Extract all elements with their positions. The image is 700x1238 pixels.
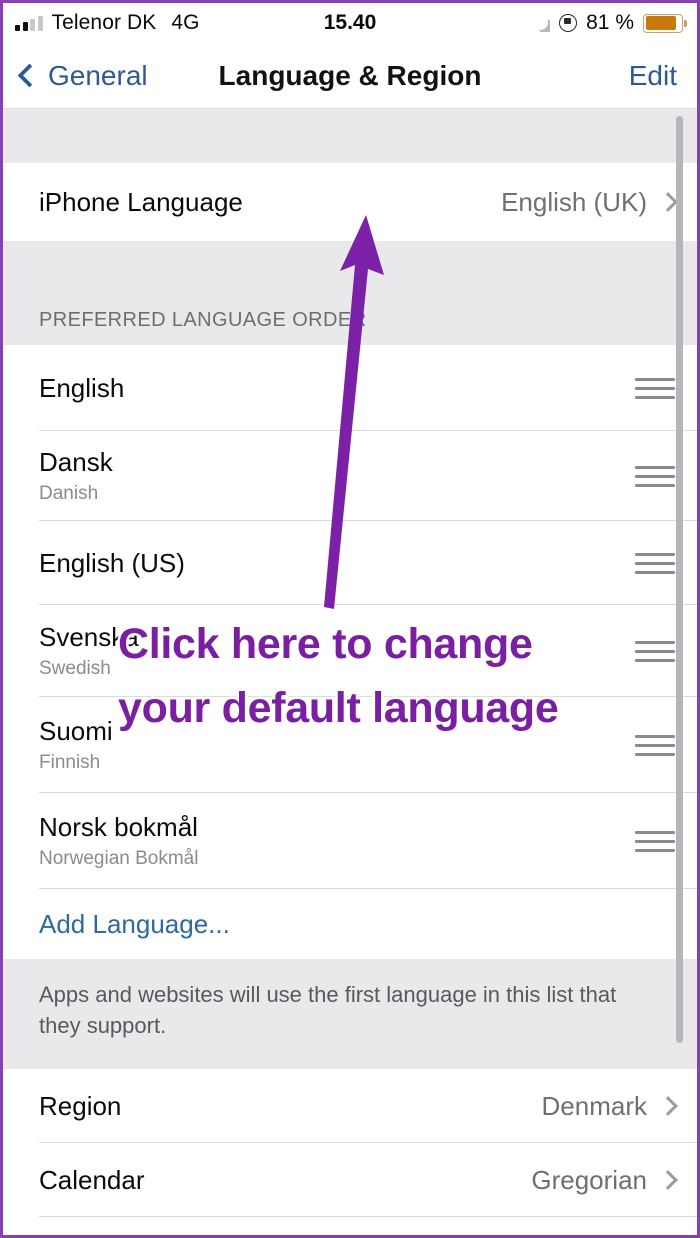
drag-handle-icon[interactable]	[635, 830, 675, 852]
back-button-label: General	[48, 59, 148, 91]
drag-handle-icon[interactable]	[635, 465, 675, 487]
list-item-texts: Suomi Finnish	[39, 716, 113, 774]
top-spacer	[3, 109, 697, 163]
row-iphone-language-right: English (UK)	[501, 186, 678, 218]
add-language-button[interactable]: Add Language...	[3, 889, 697, 959]
back-button[interactable]: General	[17, 59, 148, 92]
region-group: Region Denmark Calendar Gregorian	[3, 1069, 697, 1235]
list-item-right	[635, 734, 675, 756]
preferred-language-list: English Dansk Danish English (US) Svensk…	[3, 345, 697, 959]
list-item-title: Dansk	[39, 447, 113, 477]
preferred-language-order-header: PREFERRED LANGUAGE ORDER	[3, 241, 697, 345]
iphone-language-group: iPhone Language English (UK)	[3, 163, 697, 241]
status-bar-right: 81 %	[533, 11, 687, 35]
vertical-scrollbar[interactable]	[676, 116, 683, 1043]
battery-percent-label: 81 %	[586, 11, 634, 34]
row-calendar-title: Calendar	[39, 1164, 145, 1195]
drag-handle-icon[interactable]	[635, 640, 675, 662]
list-item-subtitle: Norwegian Bokmål	[39, 848, 199, 869]
footer-note-text: Apps and websites will use the first lan…	[39, 982, 617, 1039]
rotation-lock-icon	[559, 14, 578, 32]
list-item-subtitle: Finnish	[39, 752, 101, 773]
drag-handle-icon[interactable]	[635, 552, 675, 574]
status-bar-left: Telenor DK 4G	[15, 11, 199, 35]
row-partially-visible[interactable]	[3, 1217, 697, 1235]
list-item[interactable]: Dansk Danish	[3, 431, 697, 521]
edit-button[interactable]: Edit	[629, 60, 677, 92]
chevron-right-icon	[658, 1170, 678, 1190]
row-calendar[interactable]: Calendar Gregorian	[3, 1143, 697, 1217]
row-iphone-language-texts: iPhone Language	[39, 187, 243, 218]
network-type-label: 4G	[171, 11, 200, 34]
chevron-right-icon	[658, 192, 678, 212]
preferred-language-order-label: PREFERRED LANGUAGE ORDER	[39, 309, 367, 331]
list-item-right	[635, 640, 675, 662]
row-region-value: Denmark	[541, 1090, 647, 1121]
list-item-right	[635, 465, 675, 487]
list-item-texts: English (US)	[39, 548, 185, 579]
chevron-left-icon	[17, 63, 42, 88]
moon-icon	[533, 15, 550, 32]
list-item-right	[635, 377, 675, 399]
list-item-texts: Dansk Danish	[39, 447, 113, 505]
row-iphone-language[interactable]: iPhone Language English (UK)	[3, 163, 697, 241]
signal-strength-icon	[15, 15, 43, 31]
list-item[interactable]: English	[3, 345, 697, 431]
drag-handle-icon[interactable]	[635, 377, 675, 399]
list-item-subtitle: Swedish	[39, 658, 111, 679]
navigation-bar: General Language & Region Edit	[3, 43, 697, 109]
list-item-texts: Norsk bokmål Norwegian Bokmål	[39, 812, 198, 870]
list-item-subtitle: Danish	[39, 483, 99, 504]
status-bar: Telenor DK 4G 15.40 81 %	[3, 3, 697, 43]
list-item-texts: Svenska Swedish	[39, 622, 139, 680]
carrier-label: Telenor DK	[51, 11, 157, 34]
row-region[interactable]: Region Denmark	[3, 1069, 697, 1143]
chevron-right-icon	[658, 1096, 678, 1116]
list-item-right	[635, 552, 675, 574]
list-item-title: English	[39, 372, 125, 403]
row-calendar-value: Gregorian	[531, 1164, 647, 1195]
list-item[interactable]: Suomi Finnish	[3, 697, 697, 793]
row-calendar-right: Gregorian	[531, 1164, 678, 1196]
list-item-title: English (US)	[39, 547, 185, 578]
battery-icon	[643, 13, 687, 33]
add-language-label: Add Language...	[39, 908, 230, 939]
list-item[interactable]: English (US)	[3, 521, 697, 605]
row-region-title: Region	[39, 1090, 122, 1121]
phone-screen: Telenor DK 4G 15.40 81 % General Languag…	[0, 0, 700, 1238]
row-region-right: Denmark	[541, 1090, 678, 1122]
list-item[interactable]: Norsk bokmål Norwegian Bokmål	[3, 793, 697, 889]
list-item-title: Svenska	[39, 622, 139, 652]
list-item-title: Suomi	[39, 716, 113, 746]
list-item-texts: English	[39, 373, 124, 404]
list-item[interactable]: Svenska Swedish	[3, 605, 697, 697]
list-item-title: Norsk bokmål	[39, 812, 198, 842]
row-iphone-language-value: English (UK)	[501, 186, 647, 217]
preferred-language-footer-note: Apps and websites will use the first lan…	[3, 959, 697, 1069]
settings-list: iPhone Language English (UK) PREFERRED L…	[3, 109, 697, 1235]
row-iphone-language-title: iPhone Language	[39, 186, 243, 217]
list-item-right	[635, 830, 675, 852]
drag-handle-icon[interactable]	[635, 734, 675, 756]
